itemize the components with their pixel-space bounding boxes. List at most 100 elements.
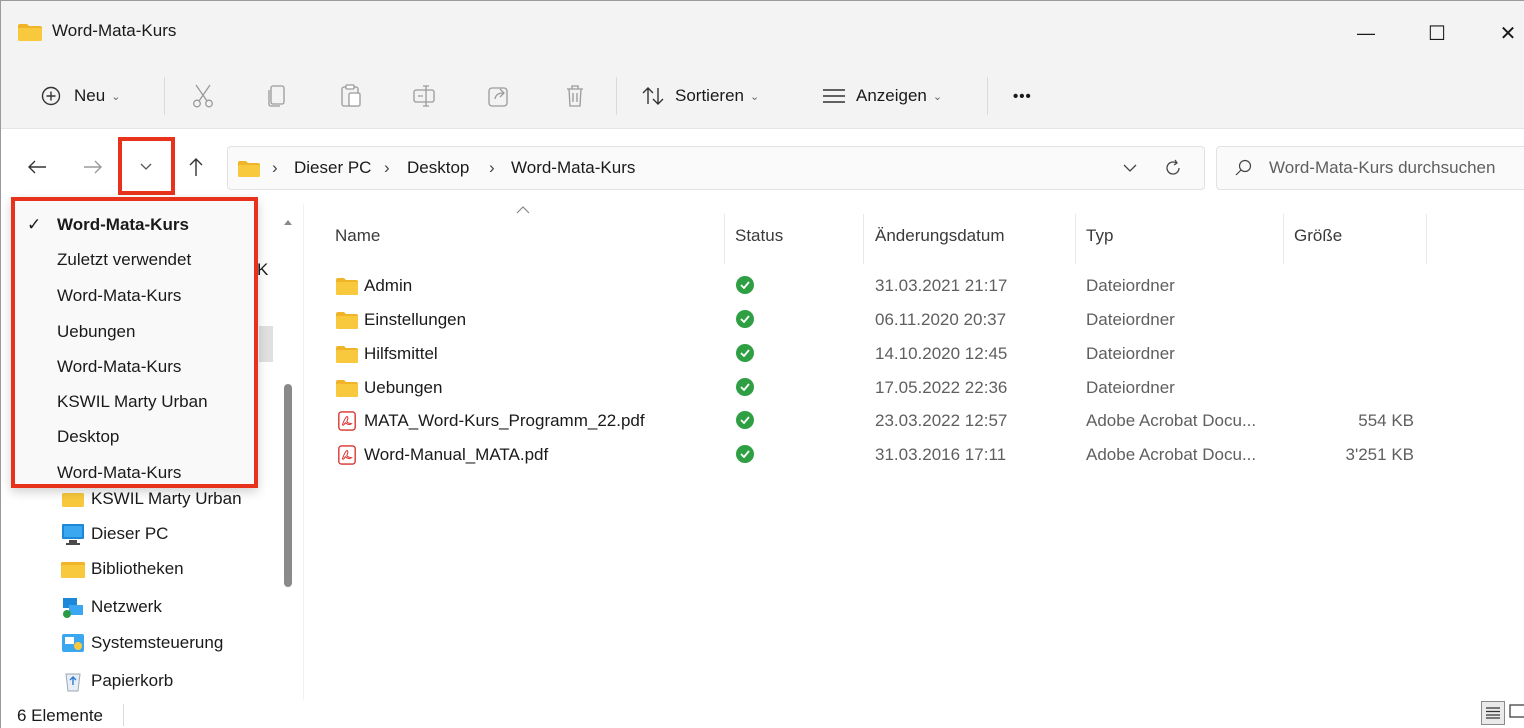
- close-icon: ✕: [1499, 22, 1517, 45]
- sidebar-item-papierkorb[interactable]: Papierkorb: [61, 663, 173, 699]
- scroll-up-arrow-icon[interactable]: [284, 216, 292, 228]
- chevron-down-icon: ⌄: [932, 90, 943, 103]
- recent-menu-item[interactable]: Word-Mata-Kurs: [15, 349, 254, 384]
- forward-button[interactable]: [73, 144, 113, 190]
- column-header-date[interactable]: Änderungsdatum: [875, 226, 1004, 246]
- recent-menu-item[interactable]: ✓ Word-Mata-Kurs: [15, 207, 254, 242]
- maximize-icon: ☐: [1428, 22, 1446, 45]
- pdf-file-icon: [338, 445, 356, 465]
- sidebar-item-bibliotheken[interactable]: Bibliotheken: [61, 551, 184, 587]
- copy-button[interactable]: [267, 63, 287, 129]
- paste-button[interactable]: [340, 63, 362, 129]
- recent-menu-item[interactable]: KSWIL Marty Urban: [15, 384, 254, 419]
- share-button[interactable]: [488, 63, 510, 129]
- recycle-bin-icon: [61, 670, 85, 692]
- status-divider: [123, 704, 124, 726]
- sidebar-selected-highlight: [259, 326, 273, 362]
- sidebar-item-label: Bibliotheken: [91, 559, 184, 578]
- sort-label: Sortieren: [675, 86, 744, 105]
- column-header-size[interactable]: Größe: [1294, 226, 1342, 246]
- file-type: Dateiordner: [1086, 344, 1175, 363]
- sync-status-icon: [736, 276, 754, 294]
- maximize-button[interactable]: ☐: [1414, 11, 1460, 55]
- more-button[interactable]: •••: [1013, 63, 1032, 129]
- column-divider[interactable]: [1426, 214, 1427, 264]
- breadcrumb-word-mata-kurs[interactable]: Word-Mata-Kurs: [511, 158, 635, 178]
- sidebar-item-label: KSWIL Marty Urban: [91, 489, 242, 508]
- tiles-view-button[interactable]: [1509, 703, 1524, 723]
- address-history-button[interactable]: [1115, 153, 1145, 183]
- column-header-name[interactable]: Name: [335, 226, 380, 246]
- sync-status-icon: [736, 344, 754, 362]
- column-divider[interactable]: [1283, 214, 1284, 264]
- recent-menu-item[interactable]: Word-Mata-Kurs: [15, 278, 254, 313]
- file-row[interactable]: Admin 31.03.2021 21:17 Dateiordner: [304, 270, 1524, 303]
- more-icon: •••: [1013, 87, 1032, 105]
- recent-menu-item-label: Uebungen: [57, 321, 136, 341]
- plus-circle-icon: [41, 86, 61, 106]
- cut-button[interactable]: [192, 63, 214, 129]
- sidebar-item-dieser-pc[interactable]: Dieser PC: [61, 516, 168, 552]
- column-divider[interactable]: [724, 214, 725, 264]
- delete-icon: [567, 85, 583, 107]
- sidebar-item-systemsteuerung[interactable]: Systemsteuerung: [61, 625, 223, 661]
- file-explorer-window: Word-Mata-Kurs — ☐ ✕ Neu ⌄ Sortieren ⌄ A…: [0, 0, 1524, 728]
- breadcrumb-separator: ›: [384, 158, 390, 177]
- control-panel-icon: [61, 632, 85, 654]
- recent-menu-item[interactable]: Zuletzt verwendet: [15, 242, 254, 277]
- sidebar-scrollbar-thumb[interactable]: [284, 384, 292, 587]
- breadcrumb-separator: ›: [272, 158, 278, 177]
- file-row[interactable]: Einstellungen 06.11.2020 20:37 Dateiordner: [304, 304, 1524, 337]
- title-bar[interactable]: Word-Mata-Kurs — ☐ ✕: [1, 1, 1524, 63]
- view-icon: [823, 89, 845, 103]
- item-count: 6 Elemente: [17, 706, 103, 725]
- column-header-status[interactable]: Status: [735, 226, 783, 246]
- file-row[interactable]: Hilfsmittel 14.10.2020 12:45 Dateiordner: [304, 338, 1524, 371]
- recent-menu-item[interactable]: Desktop: [15, 419, 254, 454]
- minimize-button[interactable]: —: [1343, 11, 1389, 55]
- recent-menu-item[interactable]: Word-Mata-Kurs: [15, 455, 254, 490]
- arrow-right-icon: [84, 160, 102, 174]
- sync-status-icon: [736, 445, 754, 463]
- chevron-down-icon: ⌄: [749, 90, 760, 103]
- file-row[interactable]: Uebungen 17.05.2022 22:36 Dateiordner: [304, 372, 1524, 405]
- network-icon: [61, 596, 85, 618]
- recent-menu-item-label: Word-Mata-Kurs: [57, 356, 182, 376]
- refresh-button[interactable]: [1158, 153, 1188, 183]
- up-button[interactable]: [176, 144, 216, 190]
- details-view-button[interactable]: [1481, 701, 1505, 725]
- close-button[interactable]: ✕: [1485, 11, 1524, 55]
- back-button[interactable]: [17, 144, 57, 190]
- toolbar-divider: [987, 77, 988, 115]
- recent-menu-item[interactable]: Uebungen: [15, 314, 254, 349]
- file-date: 23.03.2022 12:57: [875, 411, 1008, 430]
- file-name: MATA_Word-Kurs_Programm_22.pdf: [364, 411, 645, 430]
- file-row[interactable]: MATA_Word-Kurs_Programm_22.pdf 23.03.2022…: [304, 405, 1524, 438]
- column-header-type[interactable]: Typ: [1086, 226, 1113, 246]
- sidebar-item-label: Netzwerk: [91, 597, 162, 616]
- column-divider[interactable]: [1075, 214, 1076, 264]
- file-row[interactable]: Word-Manual_MATA.pdf 31.03.2016 17:11 Adob…: [304, 439, 1524, 472]
- sidebar-item-partial-label: K: [257, 260, 269, 279]
- delete-button[interactable]: [565, 63, 585, 129]
- toolbar-divider: [164, 77, 165, 115]
- checkmark-icon: ✓: [27, 214, 42, 234]
- breadcrumb-dieser-pc[interactable]: Dieser PC: [294, 158, 371, 178]
- breadcrumb-separator: ›: [489, 158, 495, 177]
- recent-menu-item-label: Word-Mata-Kurs: [57, 462, 182, 482]
- search-input[interactable]: Word-Mata-Kurs durchsuchen: [1216, 146, 1524, 190]
- folder-icon: [18, 24, 42, 41]
- breadcrumb-desktop[interactable]: Desktop: [407, 158, 469, 178]
- view-button[interactable]: Anzeigen ⌄: [822, 63, 942, 129]
- arrow-left-icon: [28, 160, 46, 174]
- minimize-icon: —: [1357, 22, 1375, 43]
- window-title: Word-Mata-Kurs: [52, 21, 177, 40]
- rename-button[interactable]: [413, 63, 437, 129]
- new-button[interactable]: Neu ⌄: [41, 63, 120, 129]
- folder-icon: [336, 346, 358, 363]
- address-bar[interactable]: › Dieser PC › Desktop › Word-Mata-Kurs: [227, 146, 1205, 190]
- sidebar-item-netzwerk[interactable]: Netzwerk: [61, 589, 162, 625]
- column-divider[interactable]: [863, 214, 864, 264]
- sort-button[interactable]: Sortieren ⌄: [642, 63, 759, 129]
- arrow-up-icon: [189, 158, 203, 176]
